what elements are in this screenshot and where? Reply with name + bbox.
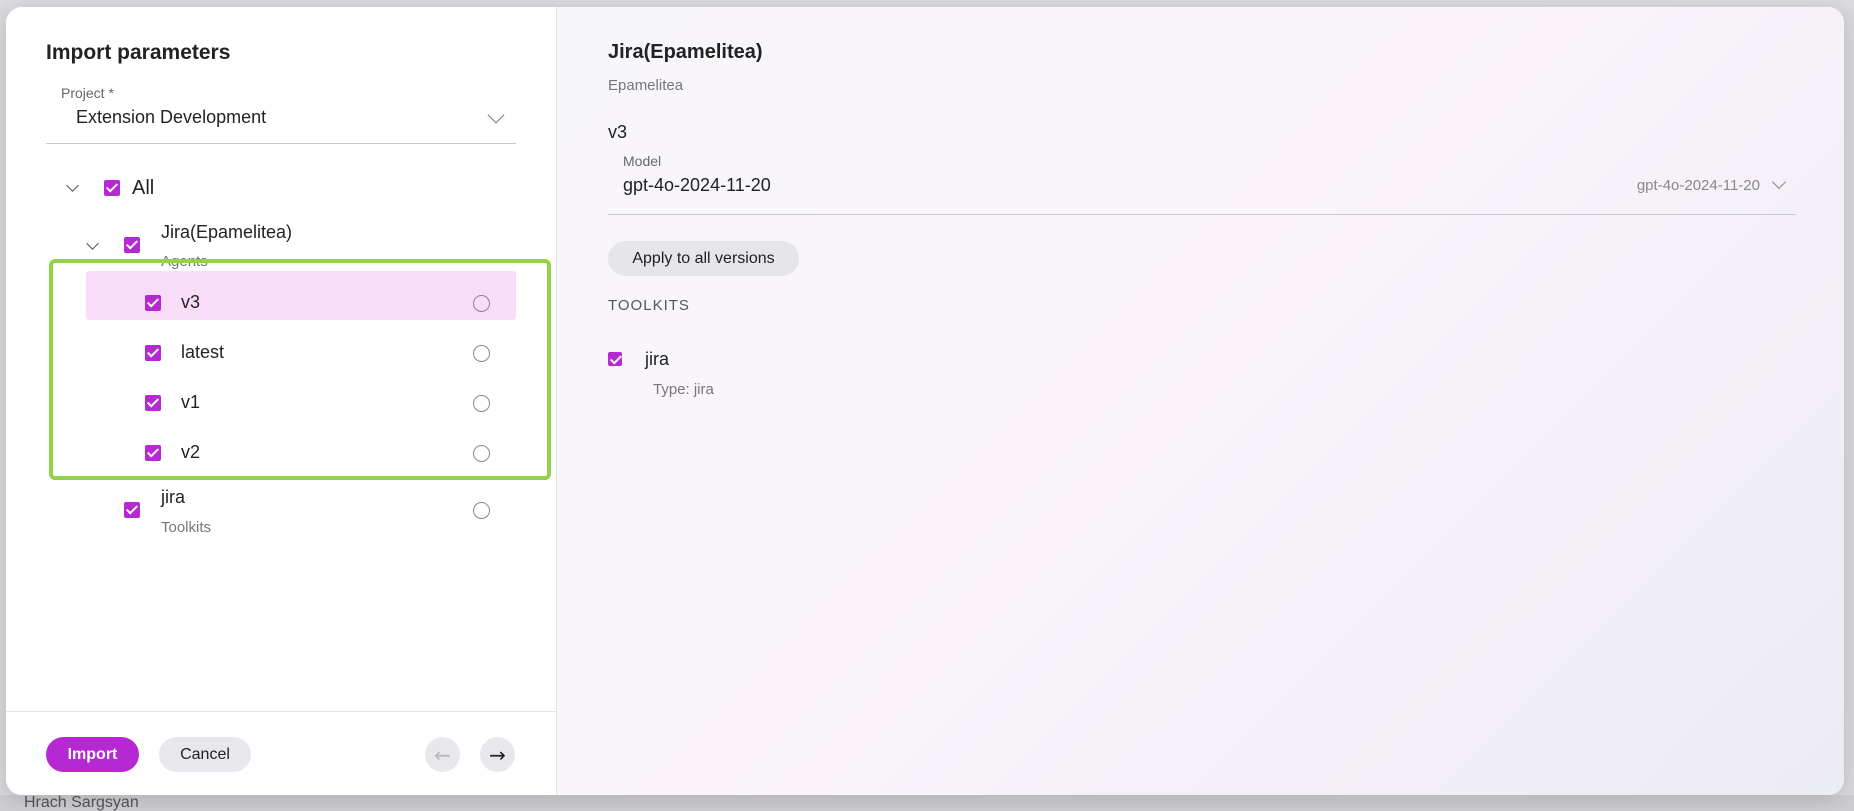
- toolkit-type: Type: jira: [653, 381, 714, 398]
- project-label: Project *: [61, 85, 114, 101]
- version-v3-radio[interactable]: [473, 295, 490, 312]
- model-value: gpt-4o-2024-11-20: [623, 175, 771, 195]
- agent-detail-panel: Jira(Epamelitea) Epamelitea v3 Model gpt…: [557, 7, 1844, 795]
- model-select-display[interactable]: gpt-4o-2024-11-20: [1637, 177, 1760, 194]
- all-label: All: [132, 177, 155, 199]
- model-label: Model: [623, 153, 662, 169]
- agent-checkbox[interactable]: [124, 237, 140, 253]
- version-v2-label[interactable]: v2: [181, 442, 200, 463]
- agent-detail-version: v3: [608, 122, 628, 142]
- arrow-left-icon[interactable]: ←: [425, 737, 460, 772]
- background-user-name: Hrach Sargsyan: [24, 795, 139, 811]
- version-v1-label[interactable]: v1: [181, 392, 200, 413]
- version-v2-checkbox[interactable]: [145, 445, 161, 461]
- agent-name: Jira(Epamelitea): [161, 222, 293, 242]
- version-v3-label[interactable]: v3: [181, 292, 200, 313]
- background-footer: Hrach Sargsyan: [0, 795, 1854, 811]
- toolkit-jira-radio[interactable]: [473, 502, 490, 519]
- toolkit-name: jira: [645, 349, 670, 369]
- version-latest-checkbox[interactable]: [145, 345, 161, 361]
- version-latest-radio[interactable]: [473, 345, 490, 362]
- collapse-all-icon[interactable]: [66, 179, 79, 192]
- model-select[interactable]: Model gpt-4o-2024-11-20 gpt-4o-2024-11-2…: [608, 153, 1796, 215]
- agent-detail-title: Jira(Epamelitea): [608, 41, 763, 63]
- panel-title: Import parameters: [46, 41, 231, 64]
- version-latest-label[interactable]: latest: [181, 342, 224, 363]
- project-select[interactable]: Project * Extension Development: [46, 85, 516, 144]
- cancel-button[interactable]: Cancel: [159, 737, 251, 772]
- toolkits-heading: TOOLKITS: [608, 297, 690, 314]
- arrow-right-icon[interactable]: →: [480, 737, 515, 772]
- toolkit-jira-checkbox[interactable]: [124, 502, 140, 518]
- modal-footer: Import Cancel ← →: [6, 711, 556, 795]
- project-value: Extension Development: [76, 107, 267, 127]
- agent-type: Agents: [161, 253, 208, 270]
- import-parameters-panel: Import parameters Project * Extension De…: [6, 7, 557, 795]
- all-checkbox[interactable]: [104, 180, 120, 196]
- toolkit-jira-name: jira: [161, 487, 186, 507]
- version-v3-checkbox[interactable]: [145, 295, 161, 311]
- version-v1-checkbox[interactable]: [145, 395, 161, 411]
- import-modal: Import parameters Project * Extension De…: [6, 7, 1844, 795]
- agent-detail-subtitle: Epamelitea: [608, 77, 684, 94]
- chevron-down-icon[interactable]: [487, 106, 505, 124]
- chevron-down-icon[interactable]: [1771, 174, 1787, 190]
- collapse-agent-icon[interactable]: [86, 237, 99, 250]
- version-v1-radio[interactable]: [473, 395, 490, 412]
- toolkit-checkbox[interactable]: [608, 352, 622, 366]
- version-v2-radio[interactable]: [473, 445, 490, 462]
- import-button[interactable]: Import: [46, 737, 139, 772]
- apply-to-all-versions-button[interactable]: Apply to all versions: [608, 241, 799, 276]
- toolkit-jira-type: Toolkits: [161, 519, 212, 536]
